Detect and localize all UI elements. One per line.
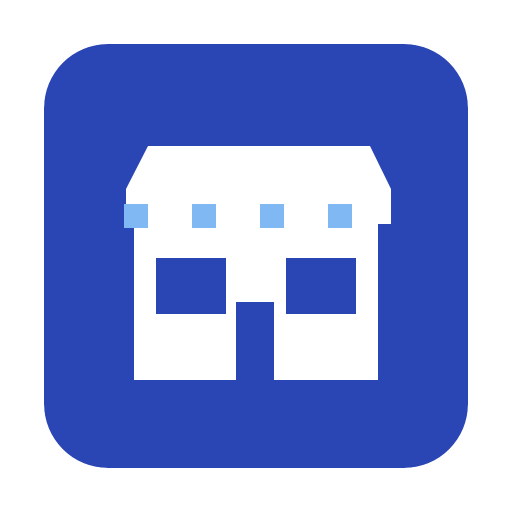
icon-canvas: [0, 0, 512, 512]
store-building: [124, 146, 391, 380]
awning-dot: [192, 204, 216, 228]
awning-dot: [124, 204, 148, 228]
awning-dot: [260, 204, 284, 228]
store-window-right: [286, 258, 356, 314]
store-app-icon[interactable]: [44, 44, 468, 468]
store-window-left: [156, 258, 226, 314]
awning-dot: [328, 204, 352, 228]
store-icon: [44, 44, 468, 468]
store-door: [236, 302, 274, 380]
